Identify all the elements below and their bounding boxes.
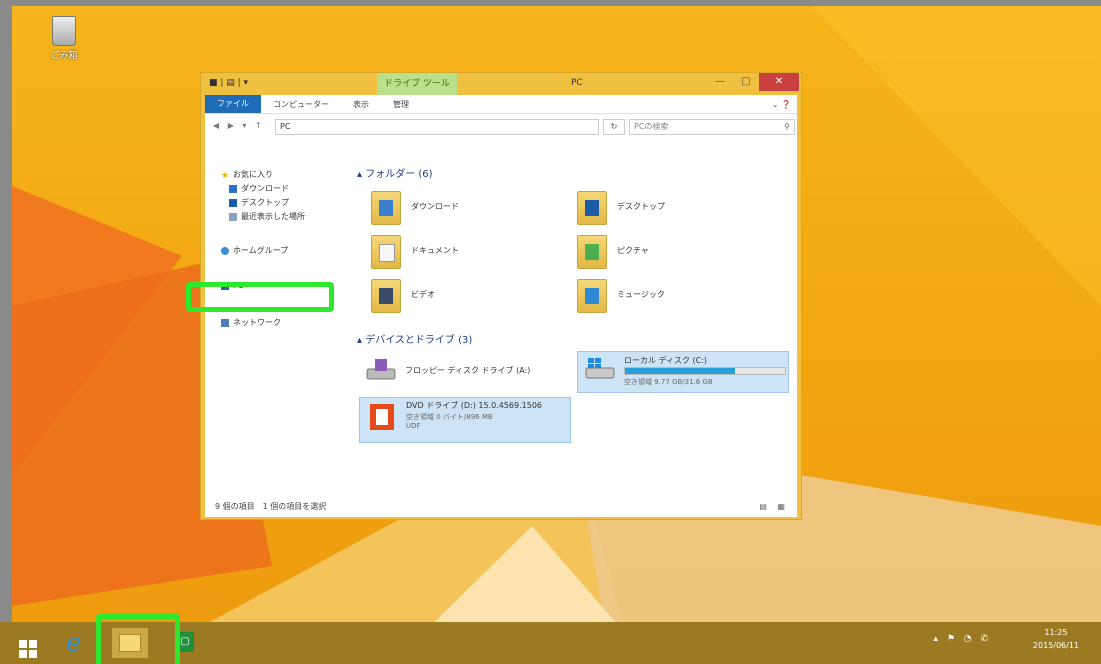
folder-label: ピクチャ — [617, 246, 649, 255]
star-icon: ★ — [221, 170, 230, 181]
recycle-bin[interactable]: ごみ箱 — [42, 16, 86, 61]
nav-label: ホームグループ — [233, 246, 289, 255]
clock-date: 2015/06/11 — [1032, 641, 1079, 650]
nav-label: 最近表示した場所 — [241, 212, 305, 221]
disk-usage-fill — [625, 368, 736, 374]
disk-usage-bar — [624, 367, 786, 375]
floppy-drive-icon — [366, 359, 396, 380]
nav-item-downloads[interactable]: ダウンロード — [229, 183, 289, 194]
search-icon[interactable]: ⚲ — [784, 120, 790, 134]
nav-label: ネットワーク — [233, 318, 281, 327]
address-bar: ◀ ▶ ▾ ↑ PC ↻ PCの検索 ⚲ — [205, 113, 797, 140]
folder-label: デスクトップ — [617, 202, 665, 211]
recent-places-icon — [229, 212, 237, 221]
status-bar: 9 個の項目 1 個の項目を選択 ▤ ▦ — [205, 497, 797, 517]
status-text: 9 個の項目 1 個の項目を選択 — [215, 502, 327, 511]
nav-item-homegroup[interactable]: ホームグループ — [221, 245, 288, 256]
nav-item-network[interactable]: ネットワーク — [221, 317, 281, 328]
folder-label: ミュージック — [617, 290, 665, 299]
folder-pictures[interactable]: ピクチャ — [577, 235, 777, 269]
tab-manage[interactable]: 管理 — [381, 99, 421, 110]
drive-space: 空き領域 9.77 GB/31.6 GB — [624, 378, 713, 386]
documents-folder-icon — [371, 235, 401, 269]
explorer-body: ★ お気に入り ダウンロード デスクトップ 最近表示した場所 ホームグループ PC — [205, 139, 797, 497]
drive-filesystem: UDF — [406, 422, 421, 430]
local-disk-icon — [585, 358, 615, 379]
recycle-bin-icon — [52, 16, 76, 46]
network-icon — [221, 318, 229, 327]
nav-item-favorites[interactable]: ★ お気に入り — [221, 169, 273, 181]
window-controls: — □ ✕ — [707, 73, 799, 91]
search-input[interactable]: PCの検索 ⚲ — [629, 119, 795, 135]
drive-space: 空き領域 0 バイト/896 MB — [406, 413, 493, 421]
pictures-folder-icon — [577, 235, 607, 269]
download-icon — [229, 184, 237, 193]
window-title: PC — [571, 78, 583, 88]
system-tray[interactable]: ▴ ⚑ ◔ ✆ — [933, 634, 991, 644]
devices-group-header[interactable]: ▴ デバイスとドライブ (3) — [357, 331, 472, 346]
quick-access-toolbar[interactable]: ■ | ▤ | ▾ — [209, 78, 248, 88]
drive-label: DVD ドライブ (D:) 15.0.4569.1506 — [406, 401, 542, 410]
devices-group-label: デバイスとドライブ (3) — [365, 335, 473, 346]
tab-view[interactable]: 表示 — [341, 99, 381, 110]
folders-group-header[interactable]: ▴ フォルダー (6) — [357, 165, 433, 180]
windows-start-icon[interactable] — [18, 634, 38, 664]
drive-dvd-d[interactable]: DVD ドライブ (D:) 15.0.4569.1506 空き領域 0 バイト/… — [359, 397, 571, 443]
folder-desktop[interactable]: デスクトップ — [577, 191, 777, 225]
nav-item-desktop[interactable]: デスクトップ — [229, 197, 289, 208]
drive-tools-context-tab[interactable]: ドライブ ツール — [377, 73, 457, 95]
folder-music[interactable]: ミュージック — [577, 279, 777, 313]
desktop-icon — [229, 198, 237, 207]
folder-label: ビデオ — [411, 290, 435, 299]
drive-label: ローカル ディスク (C:) — [624, 356, 708, 365]
nav-label: ダウンロード — [241, 184, 289, 193]
title-bar[interactable]: ■ | ▤ | ▾ ドライブ ツール PC — □ ✕ — [201, 73, 801, 95]
tab-computer[interactable]: コンピューター — [261, 99, 341, 110]
drive-label: フロッピー ディスク ドライブ (A:) — [405, 366, 531, 375]
view-toggle-icons[interactable]: ▤ ▦ — [759, 497, 789, 517]
help-icon[interactable]: ⌄ ❓ — [772, 100, 797, 109]
folder-downloads[interactable]: ダウンロード — [371, 191, 571, 225]
highlight-explorer-taskbar — [96, 614, 180, 664]
ribbon-tabs: ファイル コンピューター 表示 管理 ⌄ ❓ — [205, 95, 797, 113]
folder-videos[interactable]: ビデオ — [371, 279, 571, 313]
close-button[interactable]: ✕ — [759, 73, 799, 91]
nav-label: お気に入り — [233, 170, 273, 179]
refresh-button[interactable]: ↻ — [603, 119, 625, 135]
clock[interactable]: 11:25 2015/06/11 — [1033, 626, 1079, 652]
folder-label: ドキュメント — [411, 246, 459, 255]
music-folder-icon — [577, 279, 607, 313]
navigation-pane: ★ お気に入り ダウンロード デスクトップ 最近表示した場所 ホームグループ PC — [205, 139, 345, 497]
clock-time: 11:25 — [1044, 628, 1068, 637]
content-pane: ▴ フォルダー (6) ダウンロード デスクトップ ドキュメント ピクチャ ビデ… — [351, 139, 791, 497]
videos-folder-icon — [371, 279, 401, 313]
desktop-folder-icon — [577, 191, 607, 225]
drive-floppy[interactable]: フロッピー ディスク ドライブ (A:) — [359, 353, 569, 389]
office-dvd-icon — [370, 404, 394, 430]
nav-item-recent[interactable]: 最近表示した場所 — [229, 211, 305, 222]
desktop: ごみ箱 ■ | ▤ | ▾ ドライブ ツール PC — □ ✕ ファイル コンピ… — [12, 6, 1101, 664]
nav-label: デスクトップ — [241, 198, 289, 207]
folder-label: ダウンロード — [411, 202, 459, 211]
maximize-button[interactable]: □ — [733, 73, 759, 91]
minimize-button[interactable]: — — [707, 73, 733, 91]
recycle-bin-label: ごみ箱 — [50, 51, 78, 61]
tab-file[interactable]: ファイル — [205, 95, 261, 113]
homegroup-icon — [221, 246, 229, 255]
downloads-folder-icon — [371, 191, 401, 225]
highlight-pc-nav — [186, 282, 334, 312]
folder-documents[interactable]: ドキュメント — [371, 235, 571, 269]
folders-group-label: フォルダー (6) — [365, 169, 433, 180]
navigation-buttons[interactable]: ◀ ▶ ▾ ↑ — [213, 121, 265, 130]
address-path[interactable]: PC — [275, 119, 599, 135]
search-placeholder: PCの検索 — [634, 122, 669, 131]
internet-explorer-icon[interactable]: e — [66, 628, 81, 658]
drive-local-c[interactable]: ローカル ディスク (C:) 空き領域 9.77 GB/31.6 GB — [577, 351, 789, 393]
